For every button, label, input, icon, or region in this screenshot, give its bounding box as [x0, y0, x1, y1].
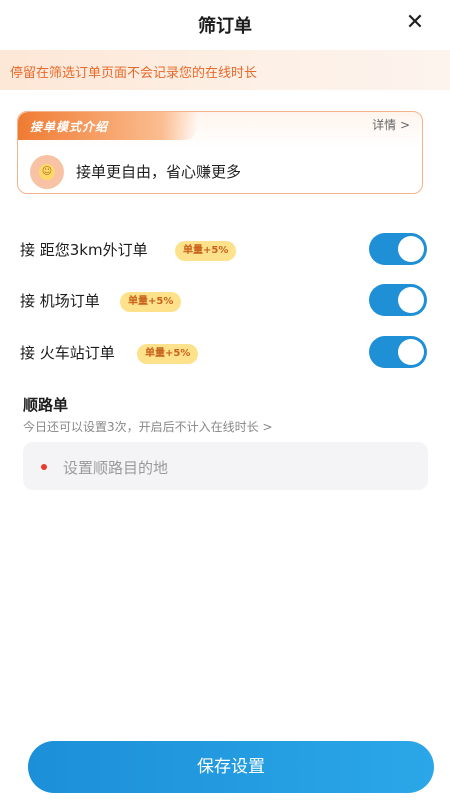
boost-badge: 单量+5% — [175, 241, 237, 261]
location-dot-icon — [41, 464, 47, 470]
toggle-knob — [398, 236, 424, 262]
boost-badge: 单量+5% — [137, 344, 199, 364]
option-label: 接 机场订单 — [20, 292, 100, 310]
option-row-airport: 接 机场订单 单量+5% — [0, 284, 450, 320]
toggle-train-station[interactable] — [369, 336, 427, 368]
mode-illustration-icon: ☺ — [30, 155, 64, 189]
mode-slogan: 接单更自由，省心赚更多 — [76, 163, 242, 181]
save-settings-button[interactable]: 保存设置 — [28, 741, 434, 793]
destination-input[interactable]: 设置顺路目的地 — [23, 442, 428, 490]
option-label: 接 火车站订单 — [20, 344, 115, 362]
toggle-3km[interactable] — [369, 233, 427, 265]
toggle-knob — [398, 287, 424, 313]
close-icon[interactable]: ✕ — [402, 10, 428, 36]
destination-placeholder: 设置顺路目的地 — [63, 459, 169, 477]
boost-badge: 单量+5% — [120, 292, 182, 312]
details-link[interactable]: 详情 > — [372, 116, 410, 133]
option-label: 接 距您3km外订单 — [20, 241, 148, 259]
toggle-knob — [398, 339, 424, 365]
notice-banner: 停留在筛选订单页面不会记录您的在线时长 — [0, 50, 450, 90]
option-row-train-station: 接 火车站订单 单量+5% — [0, 336, 450, 372]
page-title: 筛订单 — [198, 16, 252, 37]
mode-tag-label: 接单模式介绍 — [30, 120, 109, 134]
toggle-airport[interactable] — [369, 284, 427, 316]
order-mode-card: 接单模式介绍 详情 > ☺ 接单更自由，省心赚更多 — [17, 111, 423, 194]
option-row-3km: 接 距您3km外订单 单量+5% — [0, 233, 450, 269]
route-order-title: 顺路单 — [23, 396, 69, 414]
mode-tag: 接单模式介绍 — [18, 112, 198, 140]
header: 筛订单 ✕ — [0, 0, 450, 48]
smiley-icon: ☺ — [39, 164, 55, 180]
notice-text: 停留在筛选订单页面不会记录您的在线时长 — [10, 66, 258, 81]
route-order-subtitle[interactable]: 今日还可以设置3次，开启后不计入在线时长 > — [23, 418, 273, 435]
